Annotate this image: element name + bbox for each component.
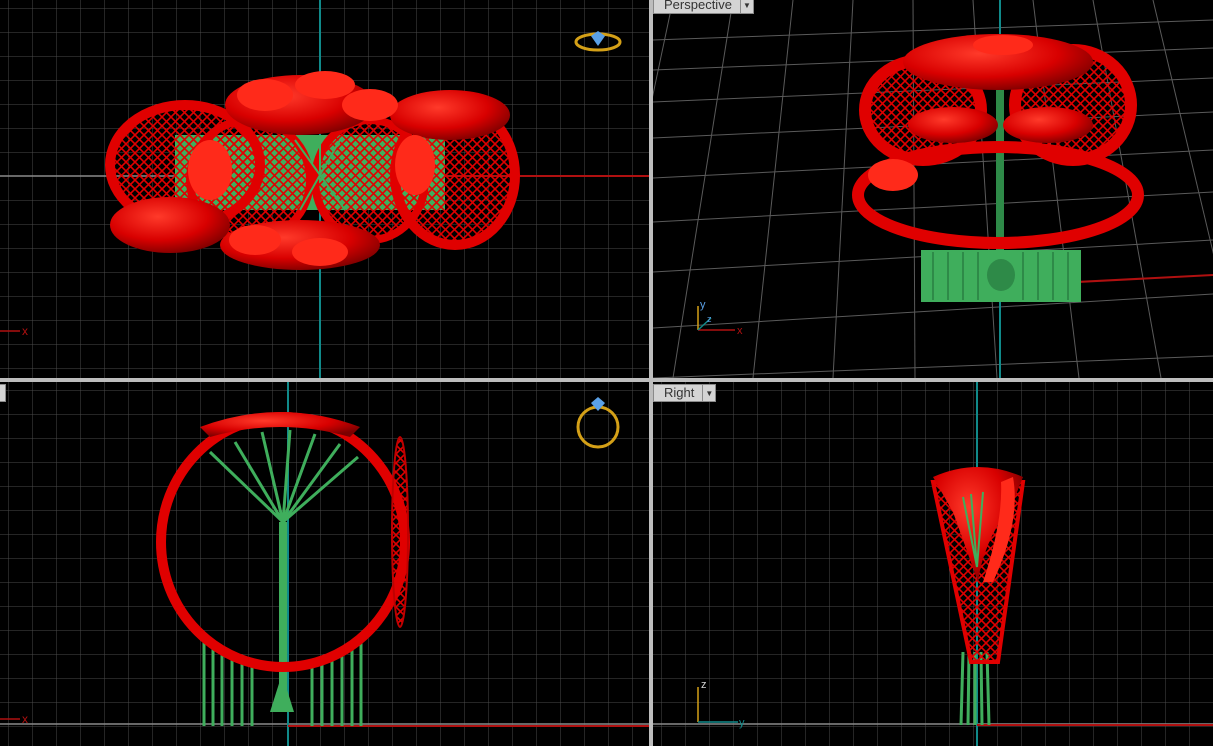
petal <box>395 135 435 195</box>
petal <box>292 238 348 266</box>
svg-text:z: z <box>701 679 707 691</box>
viewport-front[interactable]: x <box>0 382 649 746</box>
petal <box>295 71 355 99</box>
petal-cluster <box>1003 107 1093 143</box>
viewport-title-text: Perspective <box>664 0 732 12</box>
band-segment <box>390 90 510 140</box>
viewport-top[interactable]: x <box>0 0 649 378</box>
support-stem <box>279 522 287 712</box>
petal <box>188 140 232 200</box>
svg-text:z: z <box>707 314 712 324</box>
grid <box>653 382 1213 746</box>
grid <box>0 382 649 746</box>
perspective-view-scene: y x z <box>653 0 1213 378</box>
four-viewport-workspace: x y x z Perspective ▼ x z y Right ▼ <box>0 0 1213 746</box>
viewport-title-text: Right <box>664 385 695 400</box>
viewport-title-right[interactable]: Right ▼ <box>653 384 717 402</box>
svg-text:x: x <box>22 712 28 726</box>
lattice-shank <box>391 436 409 628</box>
support-cone <box>987 259 1015 291</box>
viewport-right[interactable]: z y Right ▼ <box>653 382 1213 746</box>
petal <box>973 35 1033 55</box>
viewport-title-perspective[interactable]: Perspective ▼ <box>653 0 754 14</box>
petal <box>237 79 293 111</box>
svg-text:x: x <box>737 325 743 337</box>
svg-text:y: y <box>700 299 706 311</box>
top-view-scene: x <box>0 0 649 378</box>
ring-model[interactable] <box>852 34 1144 302</box>
petal-cluster <box>908 107 998 143</box>
chevron-down-icon[interactable]: ▼ <box>702 385 715 401</box>
petal <box>868 159 918 191</box>
band-segment <box>110 197 230 253</box>
petal <box>342 89 398 121</box>
support-stem <box>996 90 1004 250</box>
chevron-down-icon[interactable]: ▼ <box>739 0 753 13</box>
right-view-scene: z y <box>653 382 1213 746</box>
front-view-scene: x <box>0 382 649 746</box>
svg-text:y: y <box>739 717 745 729</box>
svg-text:x: x <box>22 324 28 338</box>
viewport-title-front[interactable] <box>0 384 6 402</box>
axis-indicator: y x z <box>697 299 743 337</box>
viewport-perspective[interactable]: y x z Perspective ▼ <box>653 0 1213 378</box>
petal <box>229 225 281 255</box>
